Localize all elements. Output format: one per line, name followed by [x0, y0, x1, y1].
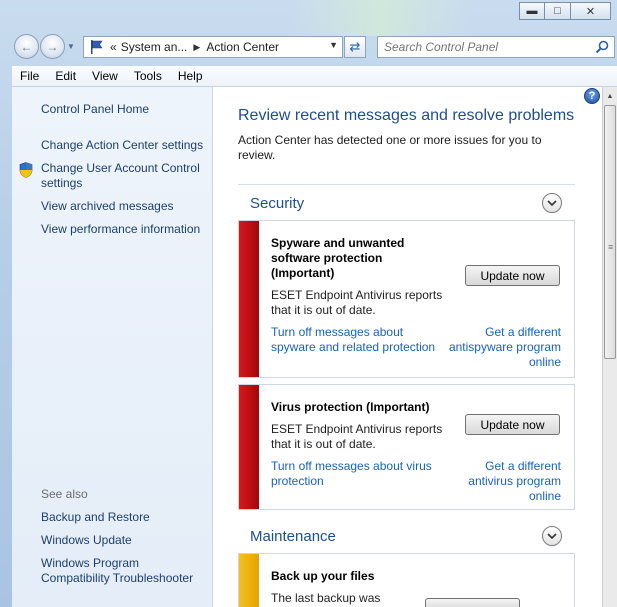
severity-bar-important — [239, 385, 259, 509]
refresh-icon: ⇄ — [349, 39, 361, 54]
address-bar[interactable]: « System an... ▶ Action Center ▼ — [83, 36, 343, 58]
left-navigation-pane: Control Panel Home Change Action Center … — [12, 87, 213, 607]
back-arrow-icon: ← — [20, 39, 33, 54]
severity-bar-important — [239, 221, 259, 377]
spyware-protection-message: Spyware and unwanted software protection… — [238, 220, 575, 378]
back-button[interactable]: ← — [14, 34, 39, 59]
change-action-center-settings-link[interactable]: Change Action Center settings — [41, 138, 203, 153]
menu-view[interactable]: View — [84, 69, 126, 83]
backup-action-button[interactable] — [425, 598, 520, 607]
view-archived-messages-link[interactable]: View archived messages — [41, 199, 174, 214]
get-antispyware-program-link[interactable]: Get a different antispyware program onli… — [439, 325, 561, 370]
navigation-buttons: ← → ▼ — [14, 34, 75, 59]
address-dropdown-icon[interactable]: ▼ — [329, 40, 338, 50]
forward-arrow-icon: → — [46, 39, 59, 54]
backup-message: Back up your files The last backup was — [238, 553, 575, 607]
action-center-flag-icon — [88, 39, 106, 55]
message-title: Back up your files — [271, 569, 375, 583]
search-box — [377, 36, 615, 58]
severity-bar-warning — [239, 554, 259, 607]
view-performance-information-link[interactable]: View performance information — [41, 222, 200, 237]
message-body: ESET Endpoint Antivirus reports that it … — [271, 288, 443, 317]
minimize-button[interactable]: ▬ — [519, 2, 545, 20]
title-bar-glass — [290, 0, 470, 36]
uac-shield-icon — [19, 162, 33, 181]
windows-update-link[interactable]: Windows Update — [41, 533, 132, 548]
intro-text: Action Center has detected one or more i… — [238, 133, 542, 162]
breadcrumb-action-center[interactable]: Action Center — [206, 40, 279, 54]
window-frame: ▬ □ ✕ ← → ▼ « System an... ▶ Action Cent… — [0, 0, 617, 607]
caption-buttons: ▬ □ ✕ — [519, 2, 611, 20]
turn-off-spyware-messages-link[interactable]: Turn off messages about spyware and rela… — [271, 325, 446, 355]
maximize-icon: □ — [554, 5, 561, 17]
menu-edit[interactable]: Edit — [47, 69, 84, 83]
program-compatibility-troubleshooter-link[interactable]: Windows Program Compatibility Troublesho… — [41, 556, 209, 586]
message-body: ESET Endpoint Antivirus reports that it … — [271, 422, 443, 451]
breadcrumb-separator-icon[interactable]: ▶ — [193, 42, 200, 53]
divider — [238, 184, 575, 185]
menu-tools[interactable]: Tools — [126, 69, 170, 83]
chevron-down-icon — [547, 532, 557, 539]
virus-protection-message: Virus protection (Important) Update now … — [238, 384, 575, 510]
message-title: Virus protection (Important) — [271, 400, 430, 414]
backup-and-restore-link[interactable]: Backup and Restore — [41, 510, 150, 525]
update-now-button[interactable]: Update now — [465, 414, 560, 435]
recent-pages-dropdown-icon[interactable]: ▼ — [67, 42, 75, 51]
scroll-up-arrow-icon[interactable]: ▲ — [603, 88, 617, 104]
menu-help[interactable]: Help — [170, 69, 211, 83]
breadcrumb-history[interactable]: « — [110, 40, 117, 54]
close-button[interactable]: ✕ — [571, 2, 611, 20]
security-collapse-button[interactable] — [542, 193, 562, 213]
menu-file[interactable]: File — [12, 69, 47, 83]
turn-off-virus-messages-link[interactable]: Turn off messages about virus protection — [271, 459, 446, 489]
maintenance-heading[interactable]: Maintenance — [250, 528, 336, 545]
message-title: Spyware and unwanted software protection… — [271, 236, 405, 280]
see-also-label: See also — [41, 487, 88, 501]
update-now-button[interactable]: Update now — [465, 265, 560, 286]
vertical-scrollbar[interactable]: ▲ ≡ — [602, 87, 617, 607]
breadcrumb-system-and-security[interactable]: System an... — [121, 40, 188, 54]
change-uac-settings-link[interactable]: Change User Account Control settings — [41, 161, 211, 191]
scrollbar-thumb[interactable]: ≡ — [604, 105, 616, 359]
maintenance-collapse-button[interactable] — [542, 526, 562, 546]
close-icon: ✕ — [585, 5, 596, 18]
chevron-down-icon — [547, 199, 557, 206]
minimize-icon: ▬ — [526, 5, 538, 17]
page-title: Review recent messages and resolve probl… — [238, 107, 575, 124]
help-icon[interactable]: ? — [584, 88, 600, 104]
control-panel-home-link[interactable]: Control Panel Home — [41, 102, 149, 117]
search-input[interactable] — [378, 40, 583, 54]
grip-icon: ≡ — [608, 242, 614, 252]
refresh-button[interactable]: ⇄ — [344, 36, 366, 58]
maximize-button[interactable]: □ — [545, 2, 571, 20]
menu-bar: File Edit View Tools Help — [12, 66, 617, 87]
search-icon[interactable] — [594, 39, 610, 58]
security-heading[interactable]: Security — [250, 195, 304, 212]
get-antivirus-program-link[interactable]: Get a different antivirus program online — [439, 459, 561, 504]
forward-button[interactable]: → — [40, 34, 65, 59]
